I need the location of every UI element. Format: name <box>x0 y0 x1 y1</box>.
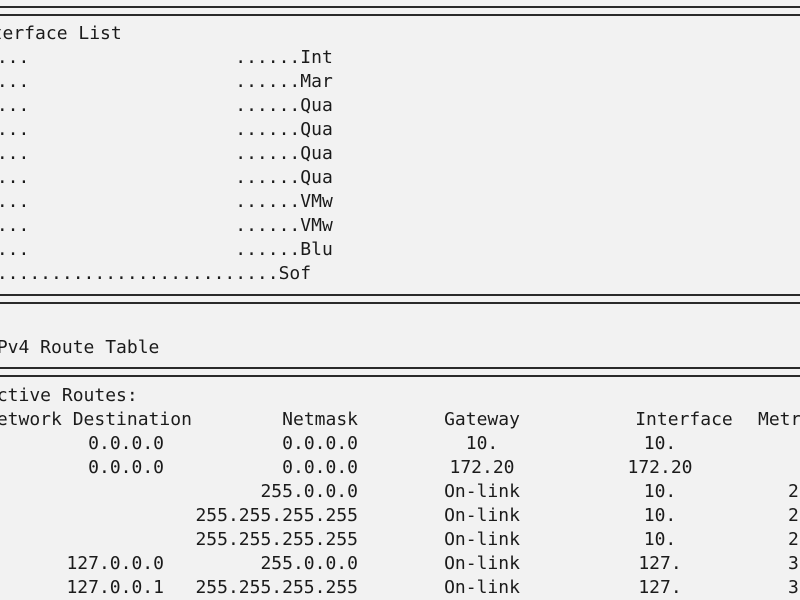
route-netmask: 255.255.255.255 <box>195 505 358 526</box>
route-metric: 2 <box>788 481 799 502</box>
route-gateway: On-link <box>444 577 520 598</box>
route-row: 255.0.0.0 On-link 10. 2 <box>0 480 800 504</box>
interface-line: 2... ......Qua <box>0 119 333 140</box>
route-interface: 127. <box>638 553 682 574</box>
route-netmask: 255.0.0.0 <box>260 553 358 574</box>
route-row: 127.0.0.0 255.0.0.0 On-link 127. 3 <box>0 552 800 576</box>
route-interface: 10. <box>643 529 677 550</box>
separator-top <box>0 6 800 16</box>
route-netmask: 255.255.255.255 <box>195 529 358 550</box>
separator-interface-end <box>0 294 800 304</box>
route-interface: 10. <box>643 481 677 502</box>
route-gateway: On-link <box>444 529 520 550</box>
route-table-header: Network Destination Netmask Gateway Inte… <box>0 408 800 432</box>
route-netmask: 255.0.0.0 <box>260 481 358 502</box>
header-interface: Interface <box>635 409 733 430</box>
route-gateway: 10. <box>465 433 499 454</box>
route-metric: 3 <box>788 577 799 598</box>
route-destination: 0.0.0.0 <box>88 457 164 478</box>
header-destination: Network Destination <box>0 409 192 430</box>
route-row: 255.255.255.255 On-link 10. 2 <box>0 504 800 528</box>
interface-line: 9... ......Qua <box>0 95 333 116</box>
route-interface: 127. <box>638 577 682 598</box>
route-gateway: On-link <box>444 505 520 526</box>
route-interface: 10. <box>643 505 677 526</box>
active-routes-label: Active Routes: <box>0 385 138 406</box>
route-metric: 3 <box>788 553 799 574</box>
route-gateway: On-link <box>444 553 520 574</box>
route-metric: 2 <box>788 529 799 550</box>
header-gateway: Gateway <box>444 409 520 430</box>
interface-line: 4... ......Qua <box>0 143 333 164</box>
interface-line: 3... ......Int <box>0 47 333 68</box>
interface-line: 1..........................Sof <box>0 263 312 284</box>
route-netmask: 0.0.0.0 <box>282 457 358 478</box>
route-destination: 127.0.0.1 <box>66 577 164 598</box>
route-netmask: 0.0.0.0 <box>282 433 358 454</box>
interface-line: 3... ......VMw <box>0 191 333 212</box>
interface-line: 5... ......Qua <box>0 167 333 188</box>
route-row: 0.0.0.0 0.0.0.0 172.20 172.20 <box>0 456 800 480</box>
route-row: 255.255.255.255 On-link 10. 2 <box>0 528 800 552</box>
route-destination: 0.0.0.0 <box>88 433 164 454</box>
interface-list-title: Interface List <box>0 23 122 44</box>
interface-line: 2... ......VMw <box>0 215 333 236</box>
route-gateway: On-link <box>444 481 520 502</box>
route-metric: 2 <box>788 505 799 526</box>
console-window[interactable]: Interface List 3... ......Int 5... .....… <box>0 0 800 600</box>
separator-route-table <box>0 367 800 377</box>
route-table-title: IPv4 Route Table <box>0 337 160 358</box>
route-interface: 10. <box>643 433 677 454</box>
interface-line: 5... ......Mar <box>0 71 333 92</box>
route-row: 0.0.0.0 0.0.0.0 10. 10. <box>0 432 800 456</box>
route-destination: 127.0.0.0 <box>66 553 164 574</box>
header-netmask: Netmask <box>282 409 358 430</box>
route-gateway: 172.20 <box>449 457 515 478</box>
route-interface: 172.20 <box>627 457 693 478</box>
route-row: 127.0.0.1 255.255.255.255 On-link 127. 3 <box>0 576 800 600</box>
header-metric: Metric <box>758 409 800 430</box>
interface-line: 4... ......Blu <box>0 239 333 260</box>
route-netmask: 255.255.255.255 <box>195 577 358 598</box>
